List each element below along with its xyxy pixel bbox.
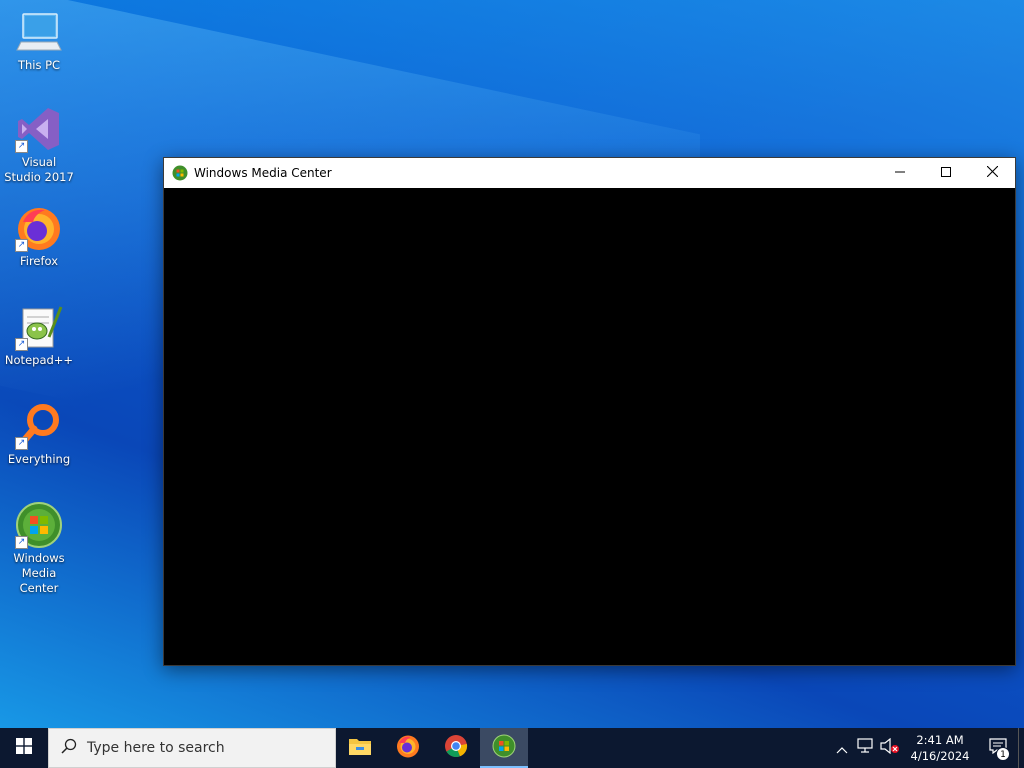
desktop-icon-label: Firefox xyxy=(19,254,59,268)
taskbar-app-media-center[interactable] xyxy=(480,728,528,768)
show-hidden-icons-button[interactable] xyxy=(830,728,854,768)
minimize-icon xyxy=(895,166,905,180)
network-button[interactable] xyxy=(854,728,878,768)
firefox-icon: ↗ xyxy=(15,204,63,252)
windows-logo-icon xyxy=(16,738,32,758)
desktop-icon-everything[interactable]: ↗ Everything xyxy=(2,402,76,467)
notepadpp-icon: ↗ xyxy=(15,303,63,351)
clock[interactable]: 2:41 AM 4/16/2024 xyxy=(902,732,978,764)
taskbar-app-file-explorer[interactable] xyxy=(336,728,384,768)
computer-icon xyxy=(15,8,63,56)
desktop-icon-visual-studio[interactable]: ↗ Visual Studio 2017 xyxy=(2,105,76,185)
window-titlebar[interactable]: Windows Media Center xyxy=(164,158,1015,188)
firefox-icon xyxy=(396,734,420,762)
clock-date: 4/16/2024 xyxy=(910,749,970,763)
folder-icon xyxy=(348,736,372,760)
desktop-icon-notepadpp[interactable]: ↗ Notepad++ xyxy=(2,303,76,368)
start-button[interactable] xyxy=(0,728,48,768)
desktop-icon-label: Notepad++ xyxy=(4,353,74,367)
search-box[interactable]: Type here to search xyxy=(48,728,336,768)
clock-time: 2:41 AM xyxy=(916,733,964,747)
shortcut-arrow-icon: ↗ xyxy=(15,239,28,252)
desktop-icon-this-pc[interactable]: This PC xyxy=(2,8,76,73)
shortcut-arrow-icon: ↗ xyxy=(15,338,28,351)
chrome-icon xyxy=(444,734,468,762)
media-center-icon xyxy=(172,165,188,181)
maximize-icon xyxy=(941,166,951,180)
minimize-button[interactable] xyxy=(877,158,923,188)
media-center-window[interactable]: Windows Media Center xyxy=(163,157,1016,666)
media-center-icon xyxy=(492,734,516,762)
visual-studio-icon: ↗ xyxy=(15,105,63,153)
taskbar: Type here to search 2:41 AM 4/16/2024 1 xyxy=(0,728,1024,768)
shortcut-arrow-icon: ↗ xyxy=(15,140,28,153)
close-button[interactable] xyxy=(969,158,1015,188)
chevron-up-icon xyxy=(836,739,848,758)
network-icon xyxy=(857,738,875,758)
window-content-area[interactable] xyxy=(164,188,1015,665)
everything-icon: ↗ xyxy=(15,402,63,450)
taskbar-app-firefox[interactable] xyxy=(384,728,432,768)
show-desktop-button[interactable] xyxy=(1018,728,1024,768)
volume-muted-icon xyxy=(880,737,900,758)
notification-count-badge: 1 xyxy=(996,747,1010,761)
search-placeholder: Type here to search xyxy=(87,740,225,756)
desktop-icon-label: This PC xyxy=(17,58,61,72)
desktop-icon-label: Everything xyxy=(7,452,71,466)
window-title: Windows Media Center xyxy=(194,166,332,180)
media-center-icon: ↗ xyxy=(15,501,63,549)
maximize-button[interactable] xyxy=(923,158,969,188)
shortcut-arrow-icon: ↗ xyxy=(15,536,28,549)
volume-button[interactable] xyxy=(878,728,902,768)
action-center-button[interactable]: 1 xyxy=(978,728,1018,768)
taskbar-app-chrome[interactable] xyxy=(432,728,480,768)
search-icon xyxy=(49,738,87,758)
system-tray: 2:41 AM 4/16/2024 1 xyxy=(830,728,1024,768)
desktop-icon-firefox[interactable]: ↗ Firefox xyxy=(2,204,76,269)
desktop-icon-media-center[interactable]: ↗ Windows Media Center xyxy=(2,501,76,596)
close-icon xyxy=(986,165,998,180)
desktop-icon-label: Windows Media Center xyxy=(13,551,65,595)
shortcut-arrow-icon: ↗ xyxy=(15,437,28,450)
desktop-icon-label: Visual Studio 2017 xyxy=(4,155,74,184)
